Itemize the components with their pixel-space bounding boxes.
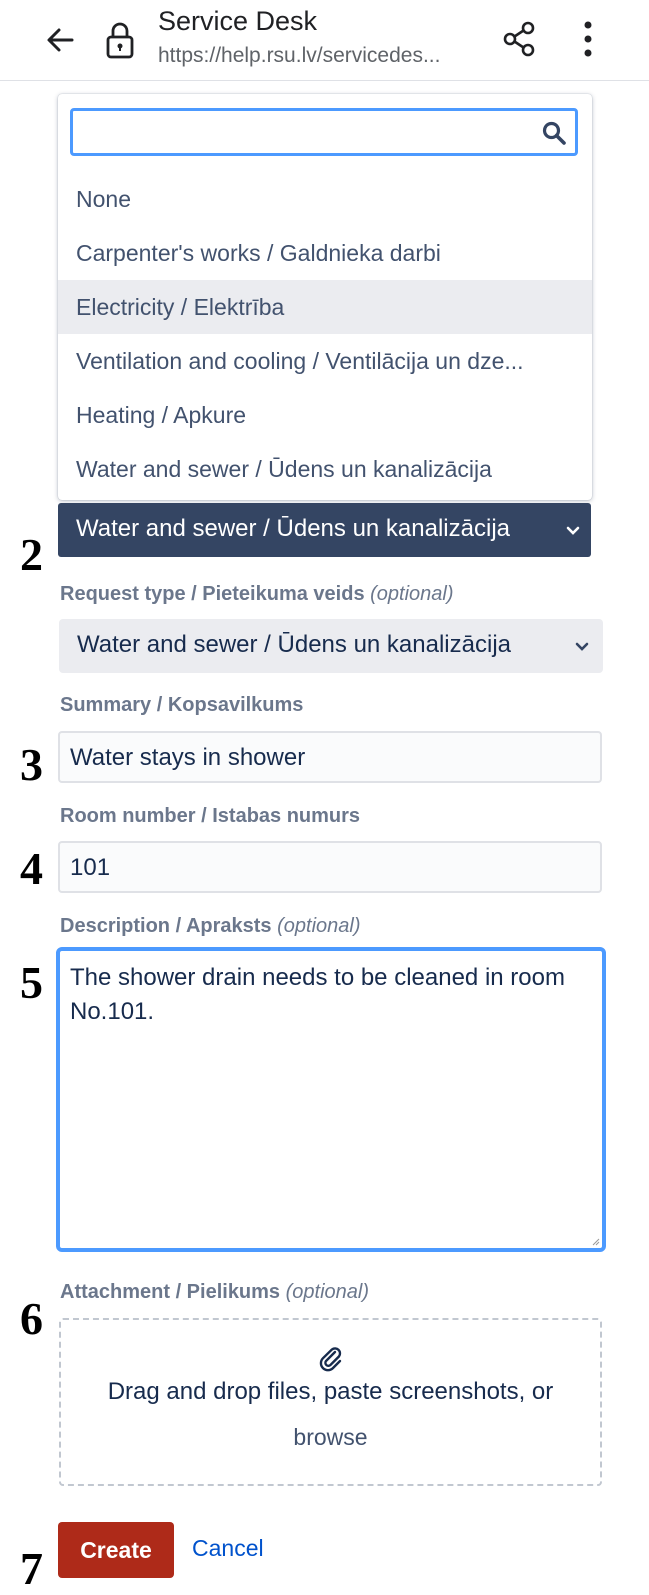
- browse-link[interactable]: browse: [61, 1424, 600, 1451]
- cancel-link[interactable]: Cancel: [192, 1535, 264, 1562]
- dropdown-option-carpenter[interactable]: Carpenter's works / Galdnieka darbi: [58, 226, 592, 280]
- step-marker-2: 2: [20, 529, 43, 580]
- step-marker-5: 5: [20, 957, 43, 1008]
- request-type-value: Water and sewer / Ūdens un kanalizācija: [77, 631, 511, 658]
- paperclip-icon: [319, 1347, 342, 1372]
- description-value: The shower drain needs to be cleaned in …: [70, 964, 565, 1025]
- attachment-label: Attachment / Pielikums (optional): [60, 1281, 370, 1303]
- room-number-label: Room number / Istabas numurs: [60, 805, 361, 827]
- dropdown-search-input[interactable]: [81, 117, 525, 149]
- share-icon[interactable]: [502, 21, 536, 57]
- dropdown-option-water-sewer[interactable]: Water and sewer / Ūdens un kanalizācija: [58, 442, 592, 496]
- summary-label: Summary / Kopsavilkums: [60, 694, 304, 716]
- back-arrow-icon[interactable]: [42, 22, 78, 58]
- category-dropdown-menu: None Carpenter's works / Galdnieka darbi…: [58, 94, 592, 500]
- resize-handle-icon[interactable]: [592, 1238, 600, 1246]
- more-vertical-icon[interactable]: [580, 20, 596, 58]
- summary-input[interactable]: Water stays in shower: [58, 731, 602, 783]
- room-number-value: 101: [70, 854, 111, 881]
- dropdown-option-none[interactable]: None: [58, 172, 592, 226]
- step-marker-4: 4: [20, 843, 43, 894]
- description-label: Description / Apraksts (optional): [60, 915, 361, 937]
- step-marker-6: 6: [20, 1293, 43, 1344]
- chevron-down-icon: [566, 526, 580, 535]
- lock-icon[interactable]: [104, 20, 136, 60]
- step-marker-7: 7: [20, 1543, 43, 1594]
- dropdown-search-box[interactable]: [70, 108, 578, 156]
- dropdown-option-ventilation[interactable]: Ventilation and cooling / Ventilācija un…: [58, 334, 592, 388]
- dropdown-option-electricity[interactable]: Electricity / Elektrība: [58, 280, 592, 334]
- chevron-down-icon: [575, 642, 589, 651]
- room-number-input[interactable]: 101: [58, 841, 602, 893]
- create-button[interactable]: Create: [58, 1522, 174, 1578]
- dropdown-option-heating[interactable]: Heating / Apkure: [58, 388, 592, 442]
- description-textarea[interactable]: The shower drain needs to be cleaned in …: [56, 947, 606, 1252]
- page-title: Service Desk: [158, 6, 318, 36]
- search-icon: [542, 121, 566, 145]
- request-type-select[interactable]: Water and sewer / Ūdens un kanalizācija: [59, 619, 603, 673]
- request-type-label: Request type / Pieteikuma veids (optiona…: [60, 583, 454, 605]
- dropdown-options-list: None Carpenter's works / Galdnieka darbi…: [58, 172, 592, 496]
- step-marker-3: 3: [20, 739, 43, 790]
- category-select-value: Water and sewer / Ūdens un kanalizācija: [76, 515, 510, 542]
- browser-toolbar: Service Desk https://help.rsu.lv/service…: [0, 0, 649, 81]
- dropzone-text: Drag and drop files, paste screenshots, …: [107, 1378, 554, 1405]
- summary-value: Water stays in shower: [70, 744, 306, 771]
- attachment-dropzone[interactable]: Drag and drop files, paste screenshots, …: [59, 1318, 602, 1486]
- url-text[interactable]: https://help.rsu.lv/servicedes...: [158, 44, 480, 68]
- category-select[interactable]: Water and sewer / Ūdens un kanalizācija: [58, 503, 591, 557]
